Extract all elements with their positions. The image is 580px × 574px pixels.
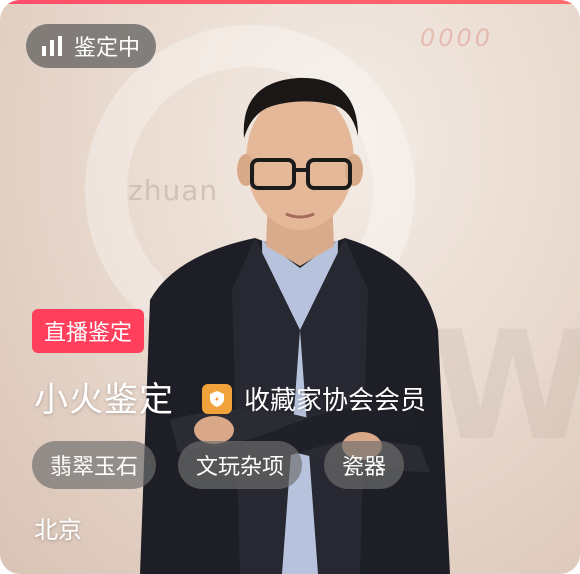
category-tag-porcelain[interactable]: 瓷器	[324, 441, 405, 489]
expert-location: 北京	[34, 516, 82, 544]
category-tag-collectibles[interactable]: 文玩杂项	[178, 441, 303, 489]
shield-icon	[202, 383, 232, 414]
status-label: 鉴定中	[74, 36, 141, 61]
certification-label: 收藏家协会会员	[244, 386, 427, 416]
bar-chart-icon	[42, 36, 62, 56]
category-tags: 翡翠玉石 文玩杂项 瓷器	[32, 441, 426, 489]
category-tag-jade[interactable]: 翡翠玉石	[32, 441, 157, 489]
expert-card[interactable]: zhuan W 0000 鉴定中 直播鉴定 小火鉴定 收藏家协会会员 翡翠玉石 …	[0, 0, 580, 574]
expert-name: 小火鉴定	[34, 380, 174, 420]
certification-badge: 收藏家协会会员	[202, 380, 426, 417]
appraisal-status-badge: 鉴定中	[26, 24, 157, 68]
live-appraisal-badge: 直播鉴定	[32, 309, 145, 353]
